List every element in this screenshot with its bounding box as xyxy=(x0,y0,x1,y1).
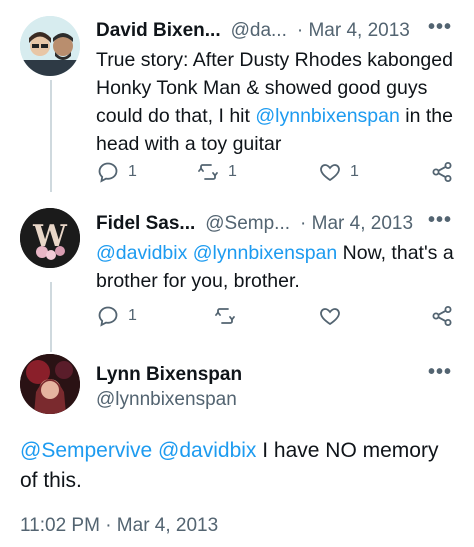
main-tweet-timestamp-row: 11:02 PM · Mar 4, 2013 xyxy=(20,515,218,537)
retweet-count: 1 xyxy=(228,163,237,180)
like-button[interactable] xyxy=(318,304,342,328)
more-icon[interactable]: ••• xyxy=(428,361,452,384)
share-icon xyxy=(432,162,452,182)
user-handle[interactable]: @Semp... xyxy=(205,213,290,235)
retweet-button[interactable] xyxy=(213,304,237,328)
tweet-2-actions: 1 xyxy=(96,304,454,330)
like-button[interactable]: 1 xyxy=(318,160,359,184)
mention-link[interactable]: @davidbix xyxy=(158,439,256,462)
more-icon[interactable]: ••• xyxy=(428,16,452,39)
thread-line-2 xyxy=(50,282,52,352)
avatar-lynn[interactable] xyxy=(20,354,80,414)
share-icon xyxy=(432,306,452,326)
user-handle[interactable]: @da... xyxy=(231,20,287,42)
tweet-2-header: Fidel Sas... @Semp... · Mar 4, 2013 xyxy=(96,213,413,235)
thread-line-1 xyxy=(50,80,52,192)
tweet-date[interactable]: · Mar 4, 2013 xyxy=(300,213,413,235)
avatar-fidel[interactable]: W xyxy=(20,208,80,268)
reply-count: 1 xyxy=(128,307,137,324)
main-tweet-handle-row: @lynnbixenspan xyxy=(96,389,237,411)
tweet-1-text: True story: After Dusty Rhodes kabonged … xyxy=(96,46,456,158)
display-name[interactable]: Lynn Bixenspan xyxy=(96,364,242,386)
retweet-icon xyxy=(198,164,218,180)
reply-icon xyxy=(98,306,118,327)
main-tweet-name: Lynn Bixenspan xyxy=(96,364,242,386)
reply-icon xyxy=(98,162,118,183)
tweet-timestamp[interactable]: 11:02 PM · Mar 4, 2013 xyxy=(20,515,218,537)
user-handle[interactable]: @lynnbixenspan xyxy=(96,389,237,411)
reply-button[interactable]: 1 xyxy=(96,304,137,328)
display-name[interactable]: David Bixen... xyxy=(96,20,221,42)
avatar-david[interactable] xyxy=(20,16,80,76)
share-button[interactable] xyxy=(430,160,454,189)
main-tweet-text: @Sempervive @davidbix I have NO memory o… xyxy=(20,436,456,496)
like-icon xyxy=(320,164,340,182)
tweet-2-text: @davidbix @lynnbixenspan Now, that's a b… xyxy=(96,239,456,295)
mention-link[interactable]: @lynnbixenspan xyxy=(193,242,337,264)
like-icon xyxy=(320,308,340,326)
mention-link[interactable]: @lynnbixenspan xyxy=(255,105,399,127)
tweet-1-header: David Bixen... @da... · Mar 4, 2013 xyxy=(96,20,410,42)
reply-count: 1 xyxy=(128,163,137,180)
share-button[interactable] xyxy=(430,304,454,333)
mention-link[interactable]: @Sempervive xyxy=(20,439,152,462)
like-count: 1 xyxy=(350,163,359,180)
reply-button[interactable]: 1 xyxy=(96,160,137,184)
display-name[interactable]: Fidel Sas... xyxy=(96,213,195,235)
tweet-date[interactable]: · Mar 4, 2013 xyxy=(297,20,410,42)
retweet-icon xyxy=(215,308,235,324)
more-icon[interactable]: ••• xyxy=(428,209,452,232)
mention-link[interactable]: @davidbix xyxy=(96,242,187,264)
tweet-1-actions: 1 1 1 xyxy=(96,160,454,186)
retweet-button[interactable]: 1 xyxy=(196,160,237,184)
